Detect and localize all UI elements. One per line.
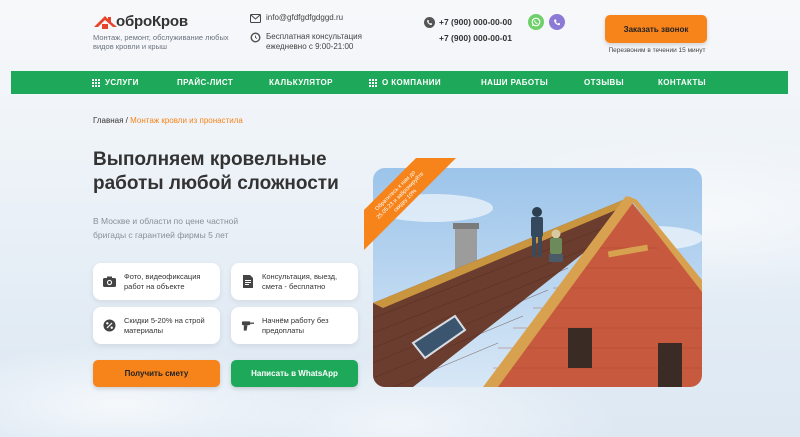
feature-card-photo: Фото, видеофиксация работ на объекте: [93, 263, 220, 300]
grid-icon: [92, 78, 100, 87]
order-call-button[interactable]: Заказать звонок: [605, 15, 707, 43]
logo-subtitle: Монтаж, ремонт, обслуживание любых видов…: [93, 33, 229, 51]
nav-label: КОНТАКТЫ: [658, 78, 707, 87]
feature-text: Фото, видеофиксация работ на объекте: [124, 271, 201, 291]
nav-item-calculator[interactable]: КАЛЬКУЛЯТОР: [269, 78, 333, 87]
nav-item-pricelist[interactable]: ПРАЙС-ЛИСТ: [177, 78, 233, 87]
callback-note: Перезвоним в течении 15 минут: [608, 47, 706, 54]
nav-item-services[interactable]: УСЛУГИ: [92, 78, 139, 87]
phones: +7 (900) 000-00-00 +7 (900) 000-00-01: [424, 14, 512, 46]
feature-text: Консультация, выезд, смета - бесплатно: [262, 271, 338, 291]
promo-ribbon: Обратитесь к нам до 25.05.23 и заброниру…: [364, 158, 456, 250]
discount-icon: [103, 319, 116, 332]
nav-label: ПРАЙС-ЛИСТ: [177, 78, 234, 87]
consult-text: Бесплатная консультация: [266, 32, 362, 41]
feature-text: Начнём работу без предоплаты: [262, 315, 329, 335]
main-nav: УСЛУГИ ПРАЙС-ЛИСТ КАЛЬКУЛЯТОР О КОМПАНИИ…: [11, 71, 788, 94]
grid-icon: [369, 78, 377, 87]
phone-1[interactable]: +7 (900) 000-00-00: [439, 14, 512, 30]
hours-text: ежедневно с 9:00-21:00: [266, 42, 354, 51]
nav-label: КАЛЬКУЛЯТОР: [269, 78, 333, 87]
logo-text: оброКров: [116, 13, 188, 30]
feature-card-no-prepay: Начнём работу без предоплаты: [231, 307, 358, 344]
nav-label: УСЛУГИ: [105, 78, 139, 87]
clock-icon: [250, 32, 261, 43]
page-title: Выполняем кровельные работы любой сложно…: [93, 149, 339, 194]
get-estimate-button[interactable]: Получить смету: [93, 360, 220, 387]
consult-row: Бесплатная консультация ежедневно с 9:00…: [250, 32, 362, 52]
nav-item-contacts[interactable]: КОНТАКТЫ: [658, 78, 706, 87]
nav-label: НАШИ РАБОТЫ: [481, 78, 549, 87]
nav-item-reviews[interactable]: ОТЗЫВЫ: [584, 78, 624, 87]
hero-subtitle: В Москве и области по цене частной брига…: [93, 216, 239, 240]
phone-2[interactable]: +7 (900) 000-00-01: [424, 30, 512, 46]
document-icon: [241, 275, 254, 288]
drill-icon: [241, 319, 254, 332]
feature-text: Скидки 5-20% на строй материалы: [124, 315, 205, 335]
feature-card-discount: Скидки 5-20% на строй материалы: [93, 307, 220, 344]
breadcrumb: Главная / Монтаж кровли из пронастила: [93, 116, 243, 125]
nav-item-about[interactable]: О КОМПАНИИ: [369, 78, 441, 87]
email-text: info@gfdfgdfgdggd.ru: [266, 13, 344, 22]
breadcrumb-home[interactable]: Главная: [93, 116, 123, 125]
mail-icon: [250, 13, 261, 24]
feature-card-consult: Консультация, выезд, смета - бесплатно: [231, 263, 358, 300]
breadcrumb-current: Монтаж кровли из пронастила: [130, 116, 243, 125]
whatsapp-button[interactable]: Написать в WhatsApp: [231, 360, 358, 387]
whatsapp-icon[interactable]: [528, 14, 544, 30]
nav-item-works[interactable]: НАШИ РАБОТЫ: [481, 78, 548, 87]
nav-label: О КОМПАНИИ: [382, 78, 442, 87]
camera-icon: [103, 275, 116, 288]
site-header: оброКров Монтаж, ремонт, обслуживание лю…: [0, 0, 800, 70]
nav-label: ОТЗЫВЫ: [584, 78, 624, 87]
email-row[interactable]: info@gfdfgdfgdggd.ru: [250, 13, 362, 24]
phone-icon: [424, 16, 435, 28]
contact-info: info@gfdfgdfgdggd.ru Бесплатная консульт…: [250, 13, 362, 52]
logo[interactable]: оброКров: [93, 13, 188, 30]
viber-icon[interactable]: [549, 14, 565, 30]
